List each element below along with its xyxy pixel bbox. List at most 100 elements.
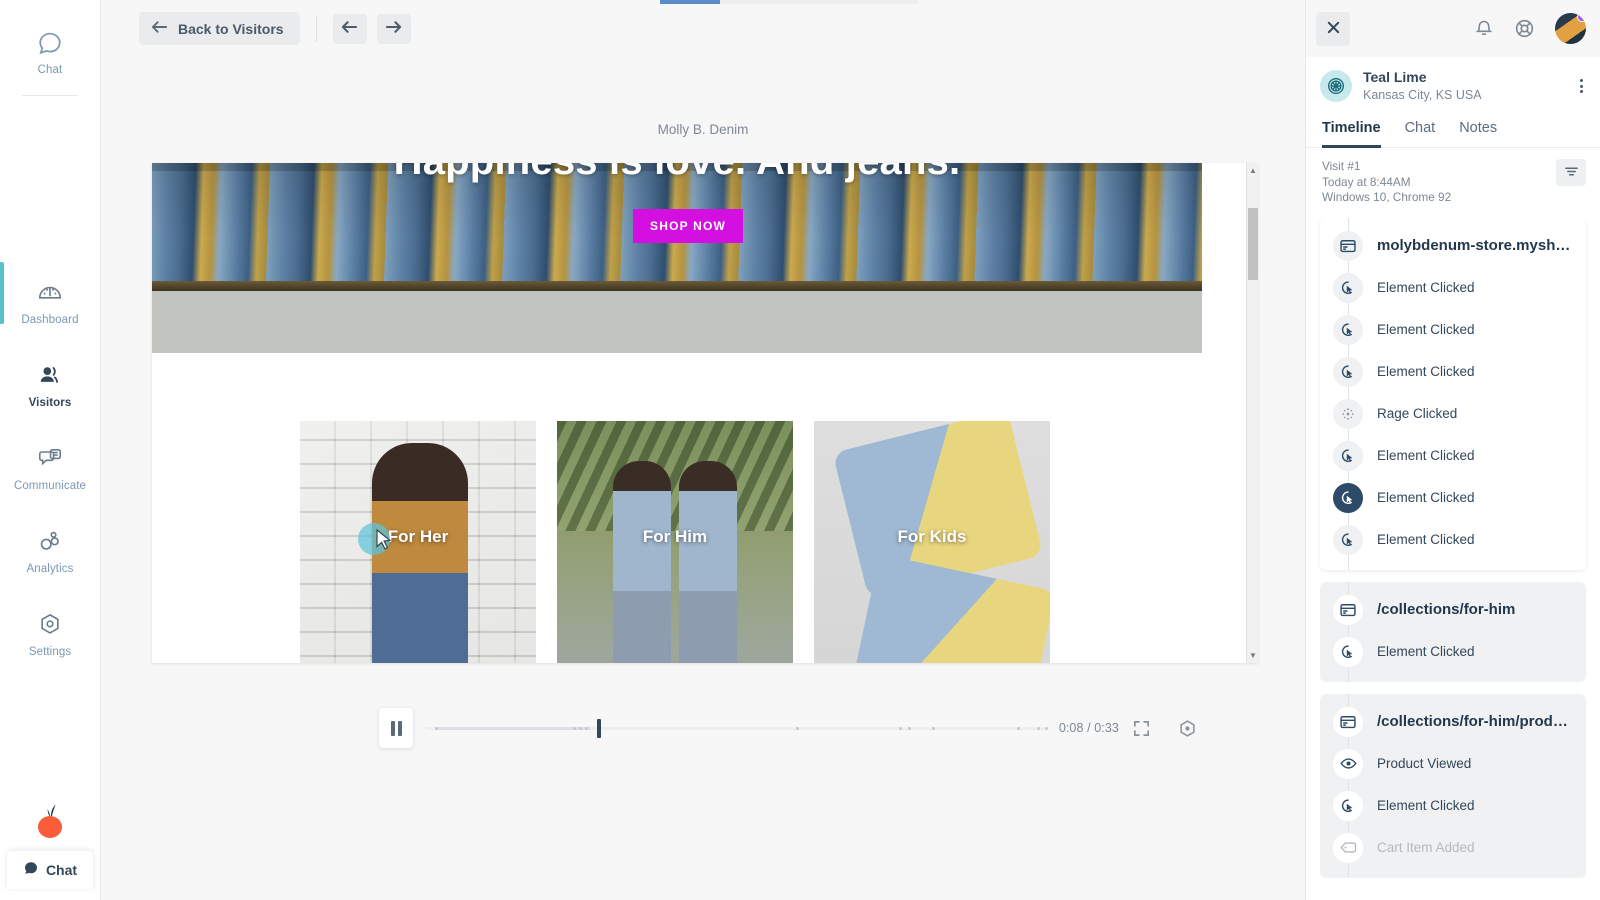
timeline-row-event[interactable]: Element Clicked xyxy=(1320,785,1586,827)
category-tiles: For Her For Him For Kids xyxy=(300,421,1050,663)
bell-icon[interactable] xyxy=(1474,18,1494,39)
timeline-row-event[interactable]: Rage Clicked xyxy=(1320,393,1586,435)
close-panel-button[interactable] xyxy=(1316,12,1350,46)
visit-metadata-lines: Visit #1 Today at 8:44AM Windows 10, Chr… xyxy=(1322,159,1451,206)
replay-scrollbar[interactable]: ▲ ▼ xyxy=(1246,163,1258,663)
caret-down-icon[interactable]: ▼ xyxy=(1249,651,1257,660)
arrow-right-icon xyxy=(385,20,402,37)
tab-timeline[interactable]: Timeline xyxy=(1322,116,1381,148)
hero-heading: Happiness is love. And jeans. xyxy=(152,163,1202,184)
visit-number: Visit #1 xyxy=(1322,159,1451,175)
timeline-row-event[interactable]: Element Clicked xyxy=(1320,351,1586,393)
lifebuoy-help-icon[interactable] xyxy=(1514,18,1535,39)
timeline-event-label: Element Clicked xyxy=(1377,364,1475,379)
timeline-row-event[interactable]: Cart Item Added xyxy=(1320,827,1586,869)
category-tile-for-kids[interactable]: For Kids xyxy=(814,421,1050,663)
sidebar-item-chat-label: Chat xyxy=(38,64,63,77)
timeline-row-url[interactable]: /collections/for-him/produc… xyxy=(1320,701,1586,743)
scrubber-event-marker[interactable] xyxy=(1045,727,1048,730)
message-window-icon xyxy=(36,444,64,474)
tab-chat[interactable]: Chat xyxy=(1405,116,1436,148)
scrubber-event-marker[interactable] xyxy=(908,727,911,730)
user-avatar[interactable] xyxy=(1555,13,1586,44)
sidebar-item-dashboard-label: Dashboard xyxy=(21,314,78,327)
sidebar-item-visitors[interactable]: Visitors xyxy=(0,351,101,418)
timeline-row-url[interactable]: molybdenum-store.myshop… xyxy=(1320,225,1586,267)
chat-launcher-button[interactable]: Chat xyxy=(7,851,93,889)
scrubber-event-marker[interactable] xyxy=(1017,727,1020,730)
back-to-visitors-button[interactable]: Back to Visitors xyxy=(139,12,300,45)
timeline-url-label: /collections/for-him/produc… xyxy=(1377,713,1576,730)
scrubber-event-marker[interactable] xyxy=(796,727,799,730)
scrubber-event-marker[interactable] xyxy=(899,727,902,730)
tile-photo-subject xyxy=(613,461,671,663)
category-tile-for-him[interactable]: For Him xyxy=(557,421,793,663)
caret-up-icon[interactable]: ▲ xyxy=(1249,166,1257,175)
sidebar-item-settings[interactable]: Settings xyxy=(0,600,101,667)
app-root: Chat Dashboard xyxy=(0,0,1600,900)
timeline-event-label: Rage Clicked xyxy=(1377,406,1457,421)
visitor-location: Kansas City, KS USA xyxy=(1363,87,1482,103)
scrubber-event-marker[interactable] xyxy=(932,727,935,730)
timeline-event-label: Element Clicked xyxy=(1377,798,1475,813)
scrubber-playhead[interactable] xyxy=(597,719,601,738)
visit-device: Windows 10, Chrome 92 xyxy=(1322,190,1451,206)
previous-session-button[interactable] xyxy=(333,14,367,44)
session-replay-viewport[interactable]: Happiness is love. And jeans. SHOP NOW F… xyxy=(152,163,1258,663)
timeline-row-event[interactable]: Element Clicked xyxy=(1320,435,1586,477)
timeline-list[interactable]: molybdenum-store.myshop… Element Clicked xyxy=(1306,218,1600,900)
tangerine-logo xyxy=(28,795,72,851)
sidebar-item-settings-label: Settings xyxy=(29,646,71,659)
cursor-pointer-icon xyxy=(376,529,392,556)
category-tile-for-her[interactable]: For Her xyxy=(300,421,536,663)
browser-window-icon xyxy=(1333,231,1363,261)
click-cursor-icon xyxy=(1333,357,1363,387)
replay-scrubber[interactable] xyxy=(425,716,1047,740)
timeline-page-group: molybdenum-store.myshop… Element Clicked xyxy=(1320,218,1586,570)
scrubber-buffered xyxy=(435,727,591,730)
browser-window-icon xyxy=(1333,707,1363,737)
timeline-row-url[interactable]: /collections/for-him xyxy=(1320,589,1586,631)
timeline-row-event[interactable]: Element Clicked xyxy=(1320,519,1586,561)
kebab-dot xyxy=(1580,79,1583,82)
timeline-row-event-selected[interactable]: Element Clicked xyxy=(1320,477,1586,519)
chat-bubble-icon xyxy=(37,28,63,58)
scrubber-event-marker[interactable] xyxy=(573,727,576,730)
player-settings-button[interactable] xyxy=(1176,717,1199,740)
shop-now-button[interactable]: SHOP NOW xyxy=(633,209,743,243)
fullscreen-button[interactable] xyxy=(1131,718,1152,739)
timeline-row-event[interactable]: Element Clicked xyxy=(1320,267,1586,309)
next-session-button[interactable] xyxy=(377,14,411,44)
timeline-row-event[interactable]: Element Clicked xyxy=(1320,309,1586,351)
scrubber-event-marker[interactable] xyxy=(1037,727,1040,730)
scrubber-event-marker[interactable] xyxy=(585,727,588,730)
chat-launcher-label: Chat xyxy=(46,862,77,878)
timeline-event-label: Cart Item Added xyxy=(1377,840,1475,855)
timeline-row-event[interactable]: Product Viewed xyxy=(1320,743,1586,785)
click-cursor-icon xyxy=(1333,525,1363,555)
scrubber-event-marker[interactable] xyxy=(435,727,438,730)
timeline-row-event[interactable]: Element Clicked xyxy=(1320,631,1586,673)
scrubber-event-marker[interactable] xyxy=(579,727,582,730)
sidebar-item-communicate[interactable]: Communicate xyxy=(0,434,101,501)
kebab-menu-icon[interactable] xyxy=(1577,73,1586,100)
click-cursor-icon xyxy=(1333,273,1363,303)
click-cursor-icon xyxy=(1333,637,1363,667)
timeline-event-label: Element Clicked xyxy=(1377,322,1475,337)
timeline-event-label: Element Clicked xyxy=(1377,644,1475,659)
sidebar-item-dashboard[interactable]: Dashboard xyxy=(0,268,101,335)
timeline-event-label: Element Clicked xyxy=(1377,280,1475,295)
back-to-visitors-label: Back to Visitors xyxy=(178,21,284,37)
visitor-summary: Teal Lime Kansas City, KS USA xyxy=(1306,57,1600,116)
timeline-event-label: Element Clicked xyxy=(1377,532,1475,547)
click-cursor-icon xyxy=(1333,441,1363,471)
sidebar-item-analytics[interactable]: Analytics xyxy=(0,517,101,584)
replay-scrollbar-thumb[interactable] xyxy=(1248,208,1258,280)
visit-metadata: Visit #1 Today at 8:44AM Windows 10, Chr… xyxy=(1306,148,1600,218)
tag-icon xyxy=(1333,833,1363,863)
sidebar-item-chat[interactable]: Chat xyxy=(0,18,101,85)
pause-button[interactable] xyxy=(379,708,413,748)
timeline-filter-button[interactable] xyxy=(1556,159,1586,186)
tab-notes[interactable]: Notes xyxy=(1459,116,1497,148)
pause-icon xyxy=(391,721,395,736)
